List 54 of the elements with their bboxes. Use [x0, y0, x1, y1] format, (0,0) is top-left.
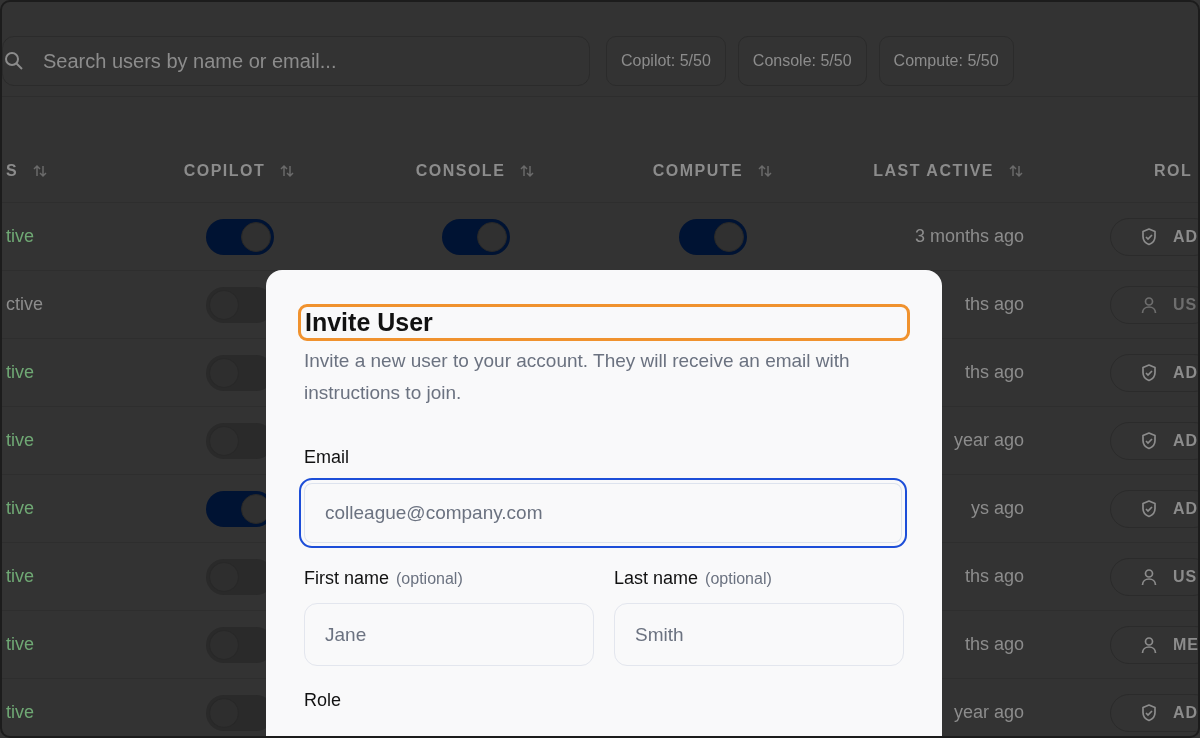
- last-active-text: ys ago: [970, 498, 1024, 519]
- column-header[interactable]: COMPUTE: [652, 162, 744, 180]
- column-header[interactable]: S: [6, 162, 19, 180]
- last-name-field[interactable]: Smith: [614, 603, 904, 666]
- status-text: tive: [6, 566, 34, 587]
- first-name-field[interactable]: Jane: [304, 603, 594, 666]
- field-label: Last name: [614, 568, 699, 589]
- last-active-text: ths ago: [964, 566, 1024, 587]
- last-active-text: 3 months ago: [914, 226, 1024, 247]
- shield-check-icon: [1139, 702, 1159, 723]
- status-text: tive: [6, 362, 34, 383]
- sort-icon[interactable]: [519, 163, 536, 179]
- person-icon: [1139, 294, 1159, 315]
- toggle-switch[interactable]: [205, 218, 274, 255]
- column-header[interactable]: ROL: [1154, 162, 1193, 180]
- status-text: tive: [6, 634, 34, 655]
- field-label: First name: [304, 568, 390, 589]
- shield-check-icon: [1139, 226, 1159, 247]
- column-header[interactable]: LAST ACTIVE: [873, 162, 994, 180]
- sort-icon[interactable]: [1008, 163, 1024, 179]
- last-active-text: ths ago: [964, 362, 1024, 383]
- last-active-text: year ago: [953, 430, 1024, 451]
- status-text: tive: [6, 430, 34, 451]
- shield-check-icon: [1139, 430, 1159, 451]
- email-field[interactable]: colleague@company.com: [299, 478, 907, 548]
- last-active-text: ths ago: [964, 294, 1024, 315]
- status-text: tive: [6, 226, 34, 247]
- optional-hint: (optional): [396, 570, 463, 588]
- column-header[interactable]: COPILOT: [183, 162, 266, 180]
- toggle-switch[interactable]: [441, 218, 510, 255]
- person-icon: [1139, 634, 1159, 655]
- usage-chip: Copilot: 5/50: [606, 36, 726, 86]
- usage-chip: Console: 5/50: [737, 36, 867, 86]
- last-active-text: ths ago: [964, 634, 1024, 655]
- search-icon: [4, 51, 24, 71]
- column-header[interactable]: CONSOLE: [415, 162, 506, 180]
- status-text: tive: [6, 702, 34, 723]
- search-field[interactable]: Search users by name or email...: [2, 36, 590, 86]
- last-active-text: year ago: [953, 702, 1024, 723]
- shield-check-icon: [1139, 362, 1159, 383]
- sort-icon[interactable]: [32, 163, 49, 179]
- optional-hint: (optional): [705, 570, 772, 588]
- dialog-description: Invite a new user to your account. They will receive an email with instructions to join.: [304, 349, 851, 405]
- field-label: Role: [304, 690, 343, 711]
- sort-icon[interactable]: [757, 163, 774, 179]
- status-text: tive: [6, 498, 34, 519]
- field-label: Email: [304, 447, 350, 468]
- shield-check-icon: [1139, 498, 1159, 519]
- usage-chip: Compute: 5/50: [878, 36, 1014, 86]
- sort-icon[interactable]: [279, 163, 296, 179]
- person-icon: [1139, 566, 1159, 587]
- dialog-title: Invite User: [305, 308, 434, 337]
- status-text: ctive: [6, 294, 43, 315]
- toggle-switch[interactable]: [679, 218, 747, 255]
